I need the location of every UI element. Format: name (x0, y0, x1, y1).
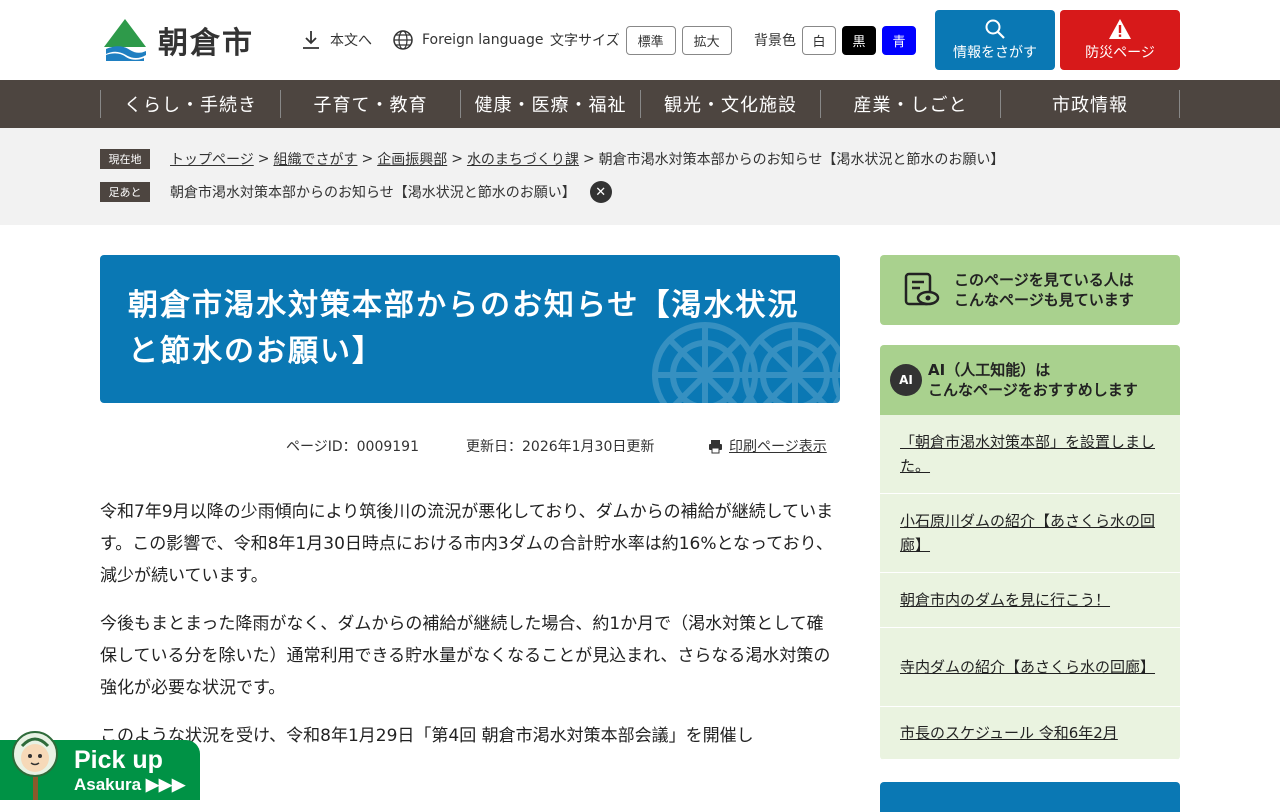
ai-item[interactable]: 寺内ダムの紹介【あさくら水の回廊】 (880, 628, 1180, 707)
breadcrumb-current: 朝倉市渇水対策本部からのお知らせ【渇水状況と節水のお願い】 (598, 152, 1005, 168)
mascot-character-icon (12, 731, 58, 800)
nav-item-health[interactable]: 健康・医療・福祉 (460, 90, 640, 118)
breadcrumb: 現在地 トップページ > 組織でさがす > 企画振興部 > 水のまちづくり課 >… (100, 149, 1004, 169)
bg-white-button[interactable]: 白 (802, 25, 836, 55)
bg-blue-button[interactable]: 青 (882, 25, 916, 55)
ai-item-link[interactable]: 朝倉市内のダムを見に行こう！ (900, 588, 1110, 612)
nav-item-life[interactable]: くらし・手続き (100, 90, 280, 118)
foreign-language-link[interactable]: Foreign language (392, 0, 543, 80)
nav-item-tourism[interactable]: 観光・文化施設 (640, 90, 820, 118)
print-label: 印刷ページ表示 (729, 439, 827, 455)
nav-item-city-admin[interactable]: 市政情報 (1000, 90, 1180, 118)
ai-item-link[interactable]: 寺内ダムの紹介【あさくら水の回廊】 (900, 655, 1155, 679)
bg-black-button[interactable]: 黒 (842, 25, 876, 55)
skip-to-content-link[interactable]: 本文へ (300, 0, 372, 80)
ai-item[interactable]: 小石原川ダムの紹介【あさくら水の回廊】 (880, 494, 1180, 573)
history-tag: 足あと (100, 182, 150, 202)
ai-item[interactable]: 朝倉市内のダムを見に行こう！ (880, 573, 1180, 628)
history-item[interactable]: 朝倉市渇水対策本部からのお知らせ【渇水状況と節水のお願い】 (170, 182, 576, 202)
warning-icon (1109, 19, 1131, 39)
disaster-label: 防災ページ (1085, 45, 1155, 61)
text-size-label: 文字サイズ (550, 33, 620, 49)
bg-color-label: 背景色 (754, 33, 796, 49)
document-eye-icon (904, 272, 940, 306)
ai-item-link[interactable]: 小石原川ダムの紹介【あさくら水の回廊】 (900, 509, 1160, 557)
print-link[interactable]: 印刷ページ表示 (708, 436, 827, 456)
bg-color-control: 背景色 白 黒 青 (754, 0, 916, 80)
globe-icon (393, 30, 413, 50)
text-size-standard-button[interactable]: 標準 (625, 25, 676, 55)
disaster-page-button[interactable]: 防災ページ (1060, 10, 1180, 70)
history-trail: 足あと 朝倉市渇水対策本部からのお知らせ【渇水状況と節水のお願い】 ✕ (100, 181, 612, 203)
site-header: 朝倉市 本文へ Foreign language 文字サイズ 標準 拡大 背景色… (0, 0, 1280, 80)
ai-item[interactable]: 市長のスケジュール 令和6年2月 (880, 707, 1180, 760)
search-info-button[interactable]: 情報をさがす (935, 10, 1055, 70)
breadcrumb-separator: > (582, 151, 595, 167)
site-logo[interactable]: 朝倉市 (100, 17, 254, 62)
close-icon[interactable]: ✕ (589, 181, 612, 203)
nav-item-industry[interactable]: 産業・しごと (820, 90, 1000, 118)
updated-date: 更新日：2026年1月30日更新 (466, 439, 655, 455)
related-pages-heading[interactable]: このページを見ている人は こんなページも見ています (880, 255, 1180, 325)
ai-heading-text: AI（人工知能）は こんなページをおすすめします (928, 361, 1138, 399)
breadcrumb-separator: > (361, 151, 374, 167)
global-nav: くらし・手続き 子育て・教育 健康・医療・福祉 観光・文化施設 産業・しごと 市… (0, 80, 1280, 128)
breadcrumb-link-section[interactable]: 水のまちづくり課 (467, 149, 579, 169)
current-location-tag: 現在地 (100, 149, 150, 169)
ai-head-icon: AI (890, 364, 922, 396)
ai-item[interactable]: 「朝倉市渇水対策本部」を設置しました。 (880, 415, 1180, 494)
page-title-box: 朝倉市渇水対策本部からのお知らせ【渇水状況と節水のお願い】 (100, 255, 840, 403)
search-icon (985, 19, 1005, 39)
skip-label: 本文へ (330, 33, 372, 49)
logo-text: 朝倉市 (158, 25, 254, 61)
sidebar-next-box (880, 782, 1180, 812)
related-heading-text: このページを見ている人は こんなページも見ています (954, 271, 1134, 309)
search-label: 情報をさがす (953, 45, 1037, 61)
breadcrumb-link-dept[interactable]: 企画振興部 (377, 149, 447, 169)
ai-item-link[interactable]: 市長のスケジュール 令和6年2月 (900, 721, 1118, 745)
pickup-subtitle: Asakura ▶▶▶ (74, 775, 186, 794)
download-icon (303, 31, 319, 49)
pickup-title: Pick up (74, 746, 163, 774)
page-id: ページID：0009191 (286, 439, 419, 455)
printer-icon (709, 439, 722, 453)
ai-item-link[interactable]: 「朝倉市渇水対策本部」を設置しました。 (900, 430, 1160, 478)
body-paragraph: 令和7年9月以降の少雨傾向により筑後川の流況が悪化しており、ダムからの補給が継続… (100, 502, 834, 586)
breadcrumb-separator: > (451, 151, 463, 167)
language-label: Foreign language (422, 32, 544, 48)
breadcrumb-separator: > (257, 151, 270, 167)
breadcrumb-area: 現在地 トップページ > 組織でさがす > 企画振興部 > 水のまちづくり課 >… (0, 128, 1280, 225)
body-paragraph: 今後もまとまった降雨がなく、ダムからの補給が継続した場合、約1か月で（渇水対策と… (100, 614, 831, 698)
nav-item-childcare[interactable]: 子育て・教育 (280, 90, 460, 118)
ai-recommendation-heading: AI AI（人工知能）は こんなページをおすすめします (880, 345, 1180, 415)
ai-recommendation-panel: AI AI（人工知能）は こんなページをおすすめします 「朝倉市渇水対策本部」を… (880, 345, 1180, 760)
page-title: 朝倉市渇水対策本部からのお知らせ【渇水状況と節水のお願い】 (128, 288, 800, 369)
logo-mark-icon (104, 19, 146, 61)
text-size-large-button[interactable]: 拡大 (681, 25, 732, 55)
body-paragraph: このような状況を受け、令和8年1月29日「第4回 朝倉市渇水対策本部会議」を開催… (100, 726, 754, 746)
breadcrumb-link-top[interactable]: トップページ (170, 149, 254, 169)
breadcrumb-link-org[interactable]: 組織でさがす (273, 149, 357, 169)
text-size-control: 文字サイズ 標準 拡大 (550, 0, 732, 80)
